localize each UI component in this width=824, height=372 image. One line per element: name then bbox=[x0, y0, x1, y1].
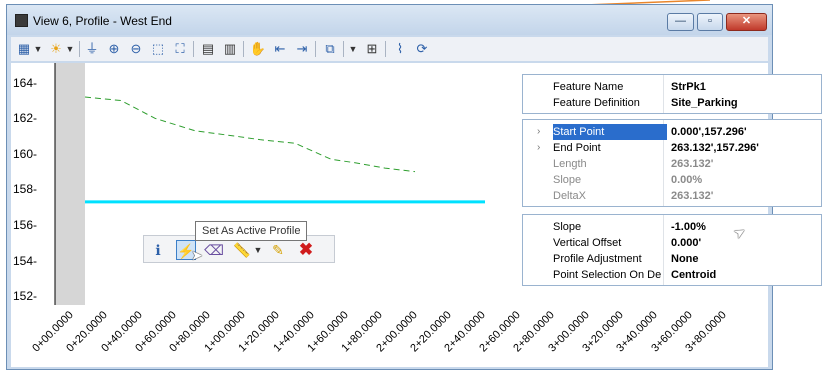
zoom-in-icon[interactable]: ⊕ bbox=[105, 40, 123, 58]
chevron-right-icon[interactable]: › bbox=[537, 140, 540, 156]
property-value[interactable]: -1.00% bbox=[671, 219, 706, 235]
fit-view-icon[interactable]: ⛶ bbox=[171, 40, 189, 58]
cursor-icon: ➤ bbox=[191, 247, 203, 263]
property-name: Start Point bbox=[553, 124, 667, 140]
property-value[interactable]: StrPk1 bbox=[671, 79, 706, 95]
property-name: Feature Name bbox=[553, 81, 624, 93]
parameters-panel: Slope -1.00% Vertical Offset 0.000' Prof… bbox=[522, 214, 822, 286]
tooltip: Set As Active Profile bbox=[195, 221, 308, 241]
property-name: Slope bbox=[553, 174, 582, 186]
profile-icon[interactable]: ⌇ bbox=[391, 40, 409, 58]
y-tick-label: 160- bbox=[13, 146, 38, 161]
refresh-icon[interactable]: ⟳ bbox=[413, 40, 431, 58]
y-tick-label: 158- bbox=[13, 182, 38, 197]
delete-icon[interactable]: ✖ bbox=[296, 240, 316, 260]
view-toolbar: ▦ ▼ ☀ ▼ ⏚ ⊕ ⊖ ⬚ ⛶ ▤ ▥ ✋ ⇤ ⇥ ⧉ ▼ ⊞ ⌇ ⟳ bbox=[11, 37, 768, 61]
copy-icon[interactable]: ▥ bbox=[221, 40, 239, 58]
property-value[interactable]: 0.000',157.296' bbox=[671, 124, 747, 140]
property-row: Feature Definition Site_Parking bbox=[527, 95, 817, 111]
property-name: DeltaX bbox=[553, 190, 587, 202]
dropdown-icon[interactable]: ▼ bbox=[347, 40, 359, 58]
properties-icon[interactable]: ℹ bbox=[148, 240, 168, 260]
y-tick-label: 154- bbox=[13, 253, 38, 268]
dropdown-icon[interactable]: ▼ bbox=[65, 40, 75, 58]
rotate-icon[interactable]: ▤ bbox=[199, 40, 217, 58]
property-row: Vertical Offset 0.000' bbox=[527, 235, 817, 251]
brightness-icon[interactable]: ☀ bbox=[47, 40, 65, 58]
grid-icon[interactable]: ⊞ bbox=[363, 40, 381, 58]
y-tick-label: 162- bbox=[13, 111, 38, 126]
property-value[interactable]: 263.132',157.296' bbox=[671, 140, 759, 156]
view-attributes-icon[interactable]: ▦ bbox=[15, 40, 33, 58]
close-button[interactable]: ✕ bbox=[726, 13, 767, 31]
y-tick-label: 152- bbox=[13, 289, 38, 304]
property-row: DeltaX 263.132' bbox=[527, 188, 817, 204]
property-row: Length 263.132' bbox=[527, 156, 817, 172]
dropdown-icon[interactable]: ▼ bbox=[33, 40, 43, 58]
eraser-icon[interactable]: ⌫ bbox=[204, 240, 224, 260]
property-name: Point Selection On De bbox=[553, 269, 662, 281]
property-row: Slope 0.00% bbox=[527, 172, 817, 188]
property-row[interactable]: › Start Point 0.000',157.296' bbox=[527, 124, 817, 140]
zoom-out-icon[interactable]: ⊖ bbox=[127, 40, 145, 58]
chevron-right-icon[interactable]: › bbox=[537, 124, 540, 140]
property-name: Feature Definition bbox=[553, 97, 640, 109]
update-icon[interactable]: ⏚ bbox=[83, 40, 101, 58]
property-value: 0.00% bbox=[671, 174, 703, 186]
minimize-button[interactable]: — bbox=[667, 13, 694, 31]
property-name: Profile Adjustment bbox=[553, 253, 642, 265]
property-value: 263.132' bbox=[671, 190, 714, 202]
property-row[interactable]: › End Point 263.132',157.296' bbox=[527, 140, 817, 156]
title-bar[interactable]: View 6, Profile - West End — ▫ ✕ bbox=[7, 5, 772, 35]
elevation-margin-band bbox=[55, 63, 85, 305]
feature-panel: Feature Name StrPk1 Feature Definition S… bbox=[522, 74, 822, 114]
pan-icon[interactable]: ✋ bbox=[249, 40, 267, 58]
property-name: Vertical Offset bbox=[553, 237, 622, 249]
property-name: Slope bbox=[553, 221, 582, 233]
y-tick-label: 156- bbox=[13, 218, 38, 232]
property-row: Profile Adjustment None bbox=[527, 251, 817, 267]
property-name: End Point bbox=[553, 142, 601, 154]
existing-ground-line[interactable] bbox=[84, 96, 416, 173]
window-icon bbox=[15, 14, 28, 27]
dropdown-icon[interactable]: ▼ bbox=[252, 240, 264, 260]
property-name: Length bbox=[553, 158, 587, 170]
maximize-button[interactable]: ▫ bbox=[697, 13, 723, 31]
window-area-icon[interactable]: ⬚ bbox=[149, 40, 167, 58]
property-value: 263.132' bbox=[671, 158, 714, 170]
property-value[interactable]: Site_Parking bbox=[671, 95, 738, 111]
property-row: Point Selection On De Centroid bbox=[527, 267, 817, 283]
property-row: Slope -1.00% bbox=[527, 219, 817, 235]
measure-icon[interactable]: 📏 bbox=[232, 240, 252, 260]
property-row: Feature Name StrPk1 bbox=[527, 79, 817, 95]
window-title: View 6, Profile - West End bbox=[33, 14, 172, 28]
pencil-icon[interactable]: ✎ bbox=[268, 240, 288, 260]
previous-view-icon[interactable]: ⇤ bbox=[271, 40, 289, 58]
property-value[interactable]: 0.000' bbox=[671, 235, 701, 251]
property-value[interactable]: None bbox=[671, 251, 699, 267]
property-value[interactable]: Centroid bbox=[671, 267, 716, 283]
clip-icon[interactable]: ⧉ bbox=[321, 40, 339, 58]
y-tick-label: 164- bbox=[13, 75, 38, 90]
geometry-panel: › Start Point 0.000',157.296' › End Poin… bbox=[522, 119, 822, 207]
next-view-icon[interactable]: ⇥ bbox=[293, 40, 311, 58]
